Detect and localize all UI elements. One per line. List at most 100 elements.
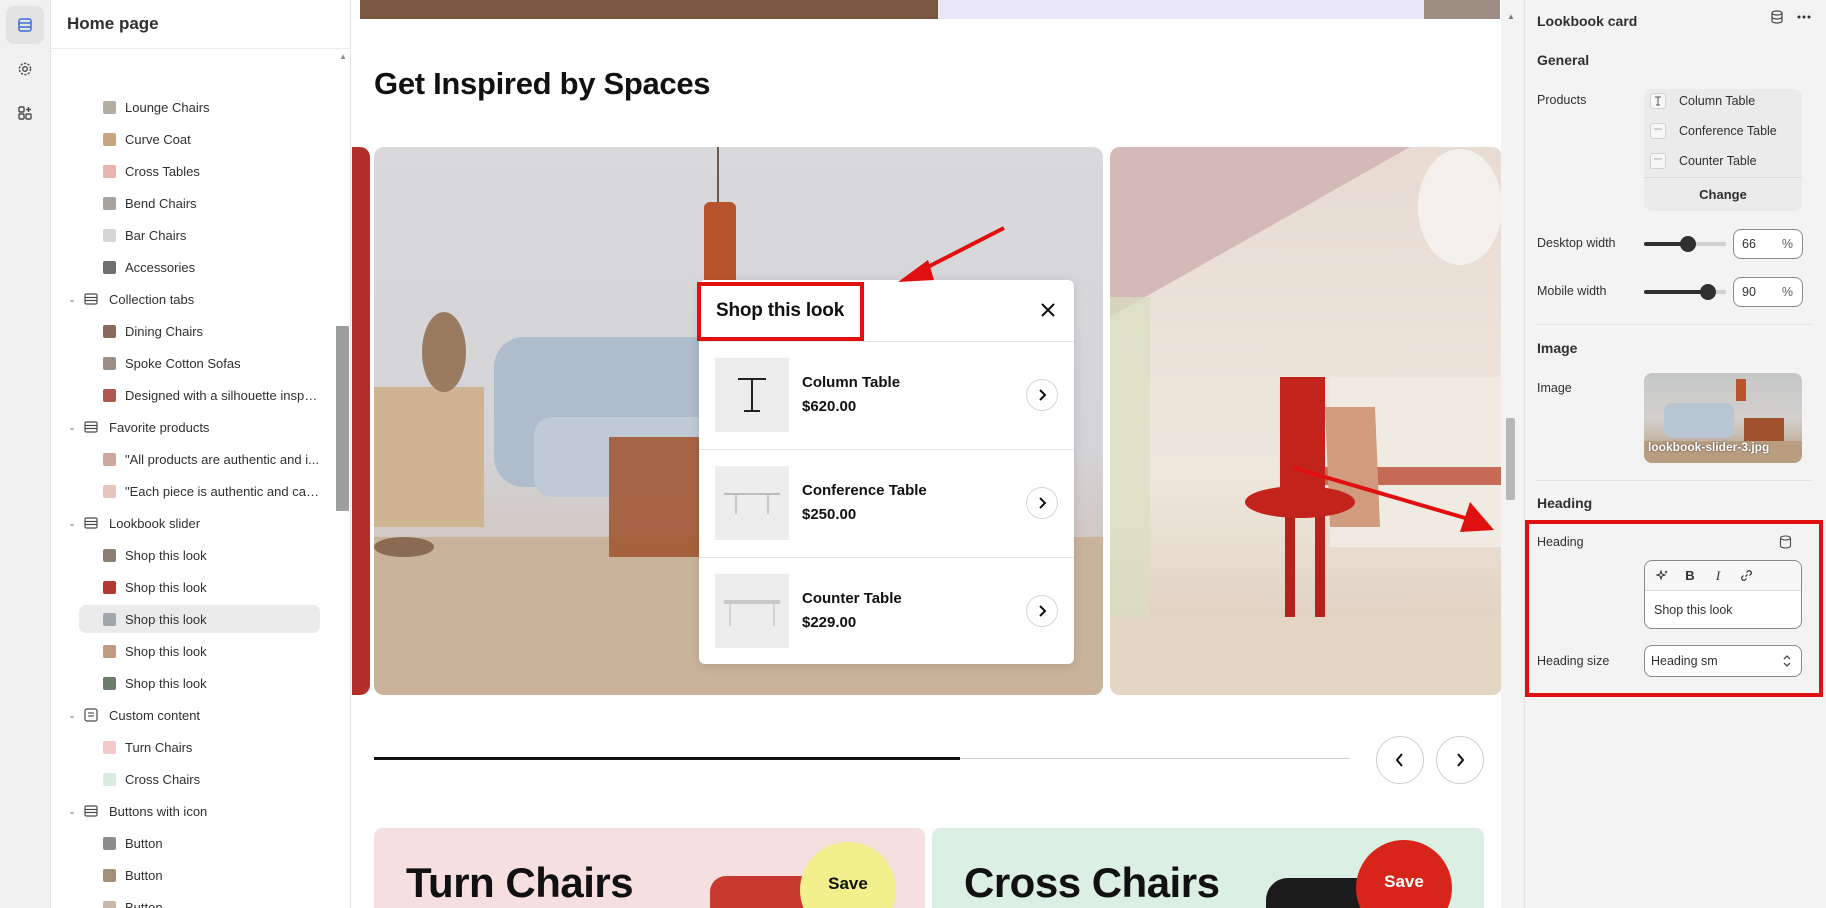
- desktop-width-label: Desktop width: [1537, 236, 1616, 250]
- sidebar-block[interactable]: Shop this look: [51, 605, 332, 633]
- close-icon[interactable]: [1038, 300, 1058, 320]
- preview-scrollbar[interactable]: ▲: [1501, 0, 1524, 908]
- sidebar-block[interactable]: Cross Chairs: [51, 765, 332, 793]
- tree-item-label: Custom content: [109, 707, 201, 723]
- tree-item-label: Bar Chairs: [125, 227, 187, 243]
- block-thumbnail: [103, 580, 116, 594]
- chevron-down-icon[interactable]: ⌄: [65, 518, 79, 529]
- block-thumbnail: [103, 836, 116, 850]
- panel-title: Lookbook card: [1537, 13, 1638, 29]
- sidebar-block[interactable]: Shop this look: [51, 669, 332, 697]
- image-picker[interactable]: lookbook-slider-3.jpg: [1644, 373, 1802, 463]
- sidebar-block[interactable]: Shop this look: [51, 541, 332, 569]
- desktop-width-slider[interactable]: [1644, 236, 1726, 252]
- product-picker-label: Conference Table: [1679, 124, 1777, 138]
- sidebar-block[interactable]: Shop this look: [51, 637, 332, 665]
- desktop-width-input[interactable]: 66 %: [1733, 229, 1803, 259]
- tree-item-label: Shop this look: [125, 675, 207, 691]
- sections-sidebar: Home page ▲ Lounge Chairs Curve Coat Cross…: [51, 0, 351, 908]
- sidebar-block[interactable]: Cross Tables: [51, 157, 332, 185]
- block-thumbnail: [103, 260, 116, 274]
- next-slide-button[interactable]: [1436, 736, 1484, 784]
- apps-icon[interactable]: [6, 94, 44, 132]
- mobile-width-input[interactable]: 90 %: [1733, 277, 1803, 307]
- chevron-down-icon[interactable]: ⌄: [65, 806, 79, 817]
- chevron-down-icon[interactable]: ⌄: [65, 710, 79, 721]
- page-title: Home page: [51, 0, 350, 49]
- sidebar-block[interactable]: Spoke Cotton Sofas: [51, 349, 332, 377]
- popup-product-row[interactable]: Column Table $620.00: [699, 342, 1074, 450]
- preview-scrollbar-thumb[interactable]: [1506, 418, 1515, 500]
- slider-progress: [374, 757, 1350, 760]
- sidebar-block[interactable]: "All products are authentic and i...: [51, 445, 332, 473]
- sidebar-block[interactable]: Button: [51, 829, 332, 857]
- slider-handle[interactable]: [1700, 284, 1716, 300]
- block-thumbnail: [103, 612, 116, 626]
- mobile-width-value: 90: [1742, 285, 1756, 299]
- sidebar-section[interactable]: ⌄ Collection tabs: [51, 285, 332, 313]
- sidebar-block[interactable]: "Each piece is authentic and car...: [51, 477, 332, 505]
- sidebar-section[interactable]: ⌄ Buttons with icon: [51, 797, 332, 825]
- block-thumbnail: [103, 676, 116, 690]
- sidebar-block[interactable]: Designed with a silhouette inspir...: [51, 381, 332, 409]
- sidebar-block[interactable]: Bend Chairs: [51, 189, 332, 217]
- tree-item-label: Button: [125, 867, 163, 883]
- mobile-width-slider[interactable]: [1644, 284, 1726, 300]
- sidebar-block[interactable]: Dining Chairs: [51, 317, 332, 345]
- banner-strip: [360, 0, 1500, 19]
- chevron-right-icon[interactable]: [1026, 379, 1058, 411]
- product-picker-item[interactable]: Conference Table: [1650, 121, 1777, 141]
- section-title: Get Inspired by Spaces: [374, 66, 711, 101]
- product-icon: [1650, 153, 1666, 169]
- previous-slide-button[interactable]: [1376, 736, 1424, 784]
- product-icon: [1650, 93, 1666, 109]
- sidebar-block[interactable]: Lounge Chairs: [51, 93, 332, 121]
- tree-item-label: Favorite products: [109, 419, 210, 435]
- slider-progress-fill: [374, 757, 960, 760]
- promo-card-cross-chairs[interactable]: Cross Chairs Save: [932, 828, 1484, 908]
- chevron-right-icon: [1457, 753, 1465, 767]
- chevron-down-icon[interactable]: ⌄: [65, 422, 79, 433]
- sidebar-block[interactable]: Bar Chairs: [51, 221, 332, 249]
- chevron-left-icon: [1395, 753, 1403, 767]
- sidebar-block[interactable]: Button: [51, 861, 332, 889]
- sections-icon[interactable]: [6, 6, 44, 44]
- sidebar-block[interactable]: Turn Chairs: [51, 733, 332, 761]
- product-picker-label: Counter Table: [1679, 154, 1757, 168]
- sidebar-block[interactable]: Button: [51, 893, 332, 908]
- product-picker-item[interactable]: Counter Table: [1650, 151, 1757, 171]
- chevron-right-icon[interactable]: [1026, 487, 1058, 519]
- slide-next[interactable]: [1110, 147, 1502, 695]
- popup-product-row[interactable]: Conference Table $250.00: [699, 450, 1074, 558]
- database-icon[interactable]: [1770, 10, 1784, 24]
- sidebar-scrollbar[interactable]: [336, 326, 349, 511]
- block-thumbnail: [103, 164, 116, 178]
- sidebar-section[interactable]: ⌄ Lookbook slider: [51, 509, 332, 537]
- chevron-right-icon[interactable]: [1026, 595, 1058, 627]
- product-image: [715, 466, 789, 540]
- scroll-up-icon[interactable]: ▲: [1507, 12, 1515, 21]
- gear-icon[interactable]: [6, 50, 44, 88]
- tree-item-label: Buttons with icon: [109, 803, 208, 819]
- panel-actions: [1770, 10, 1812, 24]
- sidebar-block[interactable]: Accessories: [51, 253, 332, 281]
- sidebar-block[interactable]: Curve Coat: [51, 125, 332, 153]
- sidebar-block[interactable]: Shop this look: [51, 573, 332, 601]
- tree-item-label: Cross Tables: [125, 163, 200, 179]
- block-thumbnail: [103, 644, 116, 658]
- slide-previous[interactable]: [352, 147, 370, 695]
- product-picker-item[interactable]: Column Table: [1650, 91, 1755, 111]
- scroll-up-icon[interactable]: ▲: [339, 52, 347, 61]
- change-products-button[interactable]: Change: [1644, 177, 1802, 211]
- slider-handle[interactable]: [1680, 236, 1696, 252]
- more-icon[interactable]: [1796, 10, 1812, 24]
- promo-card-turn-chairs[interactable]: Turn Chairs Save: [374, 828, 925, 908]
- tree-item-label: Button: [125, 899, 163, 908]
- sidebar-section[interactable]: ⌄ Favorite products: [51, 413, 332, 441]
- block-thumbnail: [103, 388, 116, 402]
- chevron-down-icon[interactable]: ⌄: [65, 294, 79, 305]
- popup-product-row[interactable]: Counter Table $229.00: [699, 558, 1074, 666]
- block-thumbnail: [103, 356, 116, 370]
- dining-room-illustration: [1110, 147, 1502, 695]
- sidebar-section[interactable]: ⌄ Custom content: [51, 701, 332, 729]
